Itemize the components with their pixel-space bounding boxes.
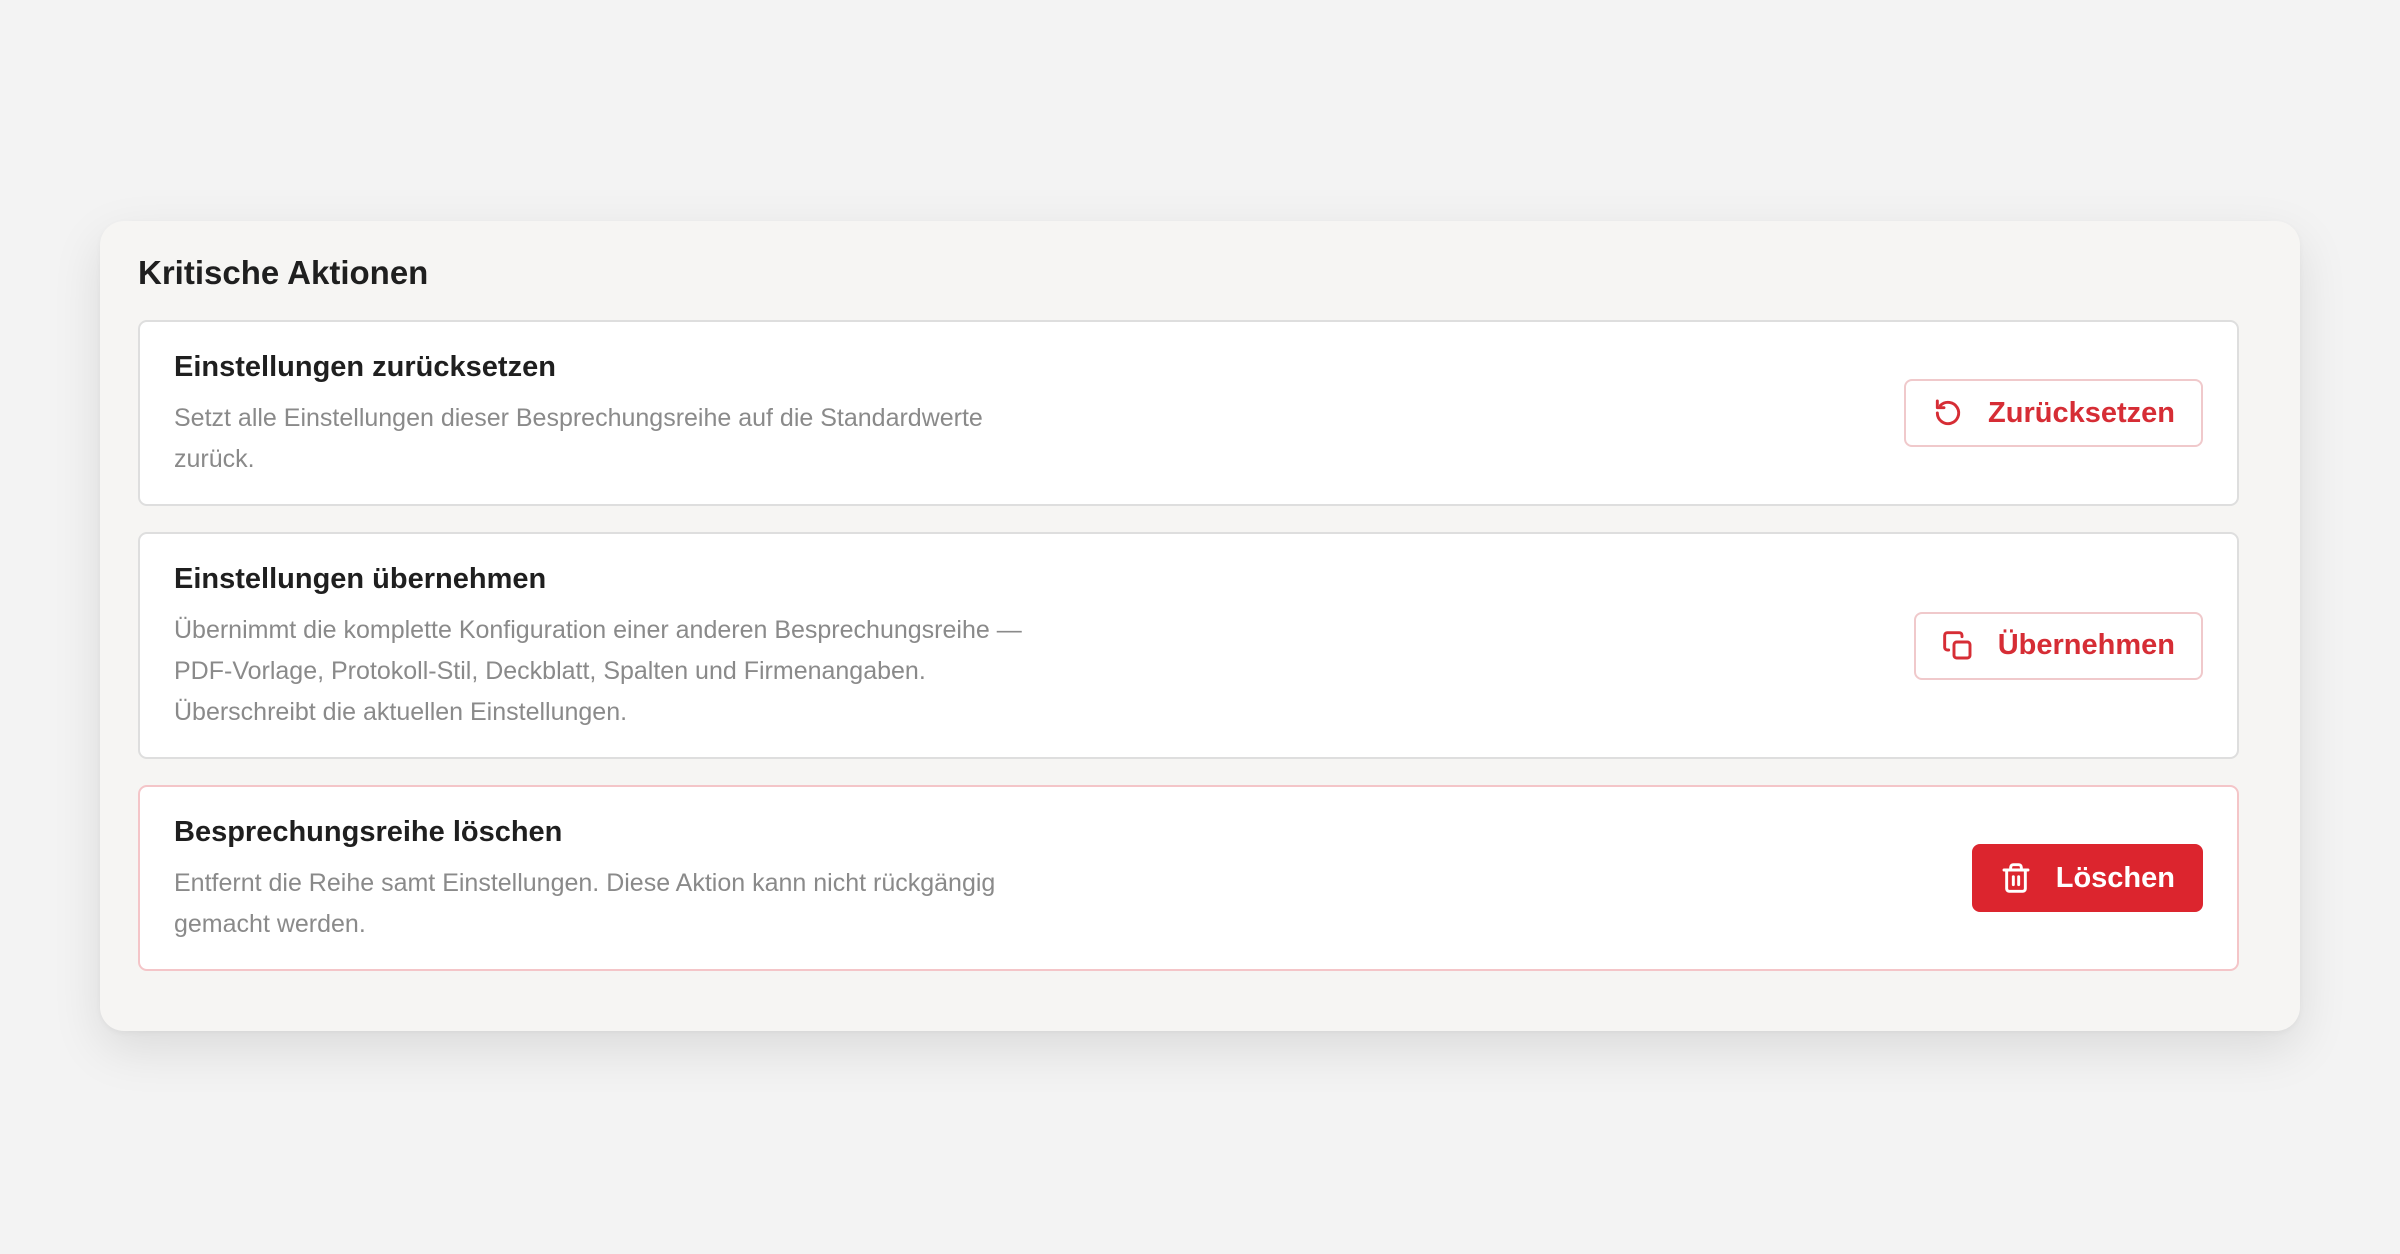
- card-title: Einstellungen zurücksetzen: [174, 351, 556, 384]
- card-title: Besprechungsreihe löschen: [174, 816, 563, 849]
- card-description-line: Überschreibt die aktuellen Einstellungen…: [174, 698, 628, 727]
- card-description-line: Setzt alle Einstellungen dieser Besprech…: [174, 404, 983, 433]
- reset-icon: [1932, 397, 1964, 429]
- delete-series-card: Besprechungsreihe löschen Entfernt die R…: [138, 785, 2239, 972]
- adopt-settings-card: Einstellungen übernehmen Übernimmt die k…: [138, 532, 2239, 760]
- critical-actions-panel: Kritische Aktionen Einstellungen zurücks…: [100, 221, 2300, 1031]
- card-description: Entfernt die Reihe samt Einstellungen. D…: [174, 863, 1094, 945]
- copy-icon: [1942, 630, 1974, 662]
- adopt-button-label: Übernehmen: [1997, 629, 2175, 662]
- delete-button[interactable]: Löschen: [1971, 844, 2203, 913]
- card-description-line: zurück.: [174, 445, 255, 474]
- card-description: Setzt alle Einstellungen dieser Besprech…: [174, 398, 1094, 480]
- trash-icon: [2000, 862, 2032, 894]
- panel-title: Kritische Aktionen: [138, 254, 429, 291]
- reset-button-label: Zurücksetzen: [1988, 396, 2175, 429]
- card-description-line: PDF-Vorlage, Protokoll-Stil, Deckblatt, …: [174, 657, 926, 686]
- adopt-button[interactable]: Übernehmen: [1913, 611, 2203, 680]
- delete-button-label: Löschen: [2055, 861, 2175, 894]
- card-description-line: Entfernt die Reihe samt Einstellungen. D…: [174, 869, 996, 898]
- reset-button[interactable]: Zurücksetzen: [1904, 379, 2203, 448]
- card-description: Übernimmt die komplette Konfiguration ei…: [174, 610, 1094, 733]
- card-description-line: Übernimmt die komplette Konfiguration ei…: [174, 616, 1022, 645]
- card-title: Einstellungen übernehmen: [174, 563, 547, 596]
- card-description-line: gemacht werden.: [174, 910, 366, 939]
- reset-settings-card: Einstellungen zurücksetzen Setzt alle Ei…: [138, 320, 2239, 507]
